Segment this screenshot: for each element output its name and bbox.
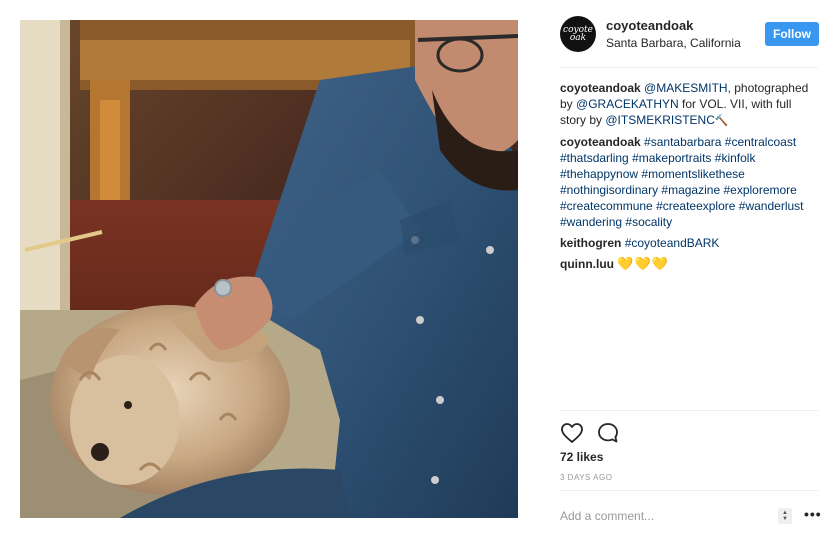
mention-link[interactable]: @GRACEKATHYN	[576, 97, 679, 111]
hashtag-link[interactable]: #thehappynow	[560, 167, 638, 181]
comment-item: keithogren #coyoteandBARK	[560, 235, 820, 251]
heart-icon[interactable]	[560, 421, 584, 445]
comment-username[interactable]: coyoteandoak	[560, 135, 641, 149]
more-options-button[interactable]: •••	[804, 506, 822, 522]
hashtag-link[interactable]: #makeportraits	[632, 151, 711, 165]
hashtag-link[interactable]: #coyoteandBARK	[625, 236, 720, 250]
hashtag-link[interactable]: #wanderlust	[739, 199, 804, 213]
comment-item: coyoteandoak #santabarbara #centralcoast…	[560, 134, 820, 230]
comment-username[interactable]: quinn.luu	[560, 257, 614, 271]
hashtag-link[interactable]: #nothingisordinary	[560, 183, 658, 197]
hashtag-link[interactable]: #socality	[625, 215, 672, 229]
yellow-hearts-emoji: 💛💛💛	[617, 256, 669, 271]
author-username[interactable]: coyoteandoak	[606, 18, 693, 33]
add-comment-row: ▲▼ •••	[560, 506, 822, 526]
comment-icon[interactable]	[596, 421, 620, 445]
hashtag-link[interactable]: #kinfolk	[715, 151, 756, 165]
comment-username[interactable]: keithogren	[560, 236, 621, 250]
comments-list: coyoteandoak @MAKESMITH, photographed by…	[560, 80, 820, 277]
post-actions	[560, 421, 820, 445]
hashtag-link[interactable]: #momentslikethese	[641, 167, 744, 181]
follow-button[interactable]: Follow	[765, 22, 819, 46]
footer-divider	[560, 490, 818, 491]
comment-item: coyoteandoak @MAKESMITH, photographed by…	[560, 80, 820, 129]
hashtag-link[interactable]: #wandering	[560, 215, 622, 229]
hashtag-link[interactable]: #createcommune	[560, 199, 653, 213]
comment-item: quinn.luu 💛💛💛	[560, 256, 820, 272]
hammer-emoji: 🔨	[714, 115, 729, 127]
hashtag-link[interactable]: #createexplore	[656, 199, 735, 213]
post-photo[interactable]	[20, 20, 518, 518]
mention-link[interactable]: @MAKESMITH	[644, 81, 728, 95]
hashtag-link[interactable]: #thatsdarling	[560, 151, 629, 165]
hashtag-link[interactable]: #magazine	[661, 183, 720, 197]
header-divider	[560, 67, 818, 68]
hashtag-link[interactable]: #centralcoast	[725, 135, 796, 149]
likes-count[interactable]: 72 likes	[560, 450, 603, 464]
author-avatar[interactable]: coyote oak	[560, 16, 596, 52]
add-comment-input[interactable]	[560, 506, 770, 526]
post-side-panel: coyote oak coyoteandoak Santa Barbara, C…	[546, 0, 840, 538]
hashtag-link[interactable]: #exploremore	[723, 183, 796, 197]
hashtag-link[interactable]: #santabarbara	[644, 135, 721, 149]
post-location[interactable]: Santa Barbara, California	[606, 36, 741, 50]
post-timestamp[interactable]: 3 DAYS AGO	[560, 473, 612, 482]
comment-username[interactable]: coyoteandoak	[560, 81, 641, 95]
comments-divider	[560, 410, 818, 411]
post-photo-image	[20, 20, 518, 518]
mention-link[interactable]: @ITSMEKRISTENC	[605, 113, 715, 127]
resize-spinner-icon[interactable]: ▲ ▼	[778, 508, 792, 524]
